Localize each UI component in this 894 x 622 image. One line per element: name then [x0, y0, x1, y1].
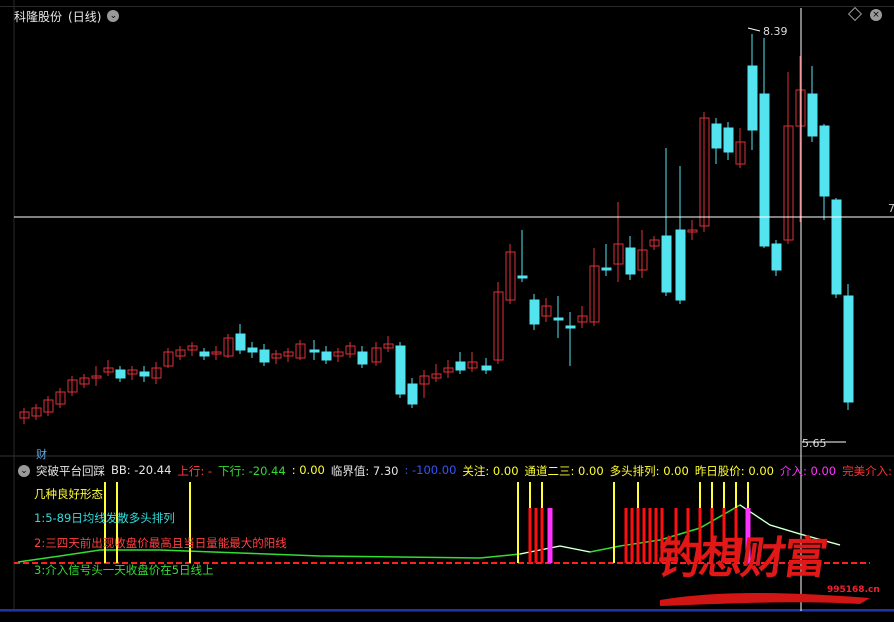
high-marker: [747, 27, 761, 32]
candle-body: [771, 243, 782, 271]
candle-body: [807, 93, 818, 137]
panel-settings-icon[interactable]: [847, 6, 863, 22]
candle-body: [661, 235, 672, 293]
candle-body: [759, 93, 770, 247]
stock-name: 科隆股份: [14, 9, 63, 24]
indicator-dropdown-icon[interactable]: ⌄: [18, 465, 30, 477]
indicator-field: 上行: -: [177, 464, 213, 478]
indicator-field: 通道二三: 0.00: [524, 464, 604, 478]
indicator-field: : 0.00: [291, 463, 325, 477]
candle-body: [247, 347, 258, 353]
chart-title: 科隆股份 (日线) ⌄: [14, 7, 120, 25]
indicator-fields: BB: -20.44 上行: - 下行: -20.44 : 0.00 临界值: 7.30…: [111, 463, 894, 479]
indicator-header: ⌄ 突破平台回踩 BB: -20.44 上行: - 下行: -20.44 : 0.00…: [18, 463, 894, 479]
candle-body: [395, 345, 406, 395]
pattern-note-3: 3:介入信号头一天收盘价在5日线上: [34, 563, 214, 577]
period-label: (日线): [68, 9, 102, 24]
close-icon[interactable]: ×: [870, 9, 882, 21]
indicator-field: : -100.00: [404, 463, 457, 477]
indicator-name[interactable]: 突破平台回踩: [36, 463, 105, 479]
finance-badge[interactable]: 财: [36, 446, 47, 462]
indicator-field: 昨日股价: 0.00: [694, 464, 774, 478]
candle-body: [601, 267, 612, 271]
candle-body: [455, 361, 466, 371]
price-high-label: 8.39: [763, 25, 788, 38]
indicator-field: 完美介入: 0.00: [842, 464, 894, 478]
candle-body: [819, 125, 830, 197]
candle-body: [235, 333, 246, 351]
candle-body: [407, 383, 418, 405]
candle-body: [517, 275, 528, 279]
candle-body: [843, 295, 854, 403]
candle-body: [259, 349, 270, 363]
indicator-field: 临界值: 7.30: [330, 464, 399, 478]
watermark-site: 995168.cn: [827, 585, 880, 595]
candle-body: [321, 351, 332, 361]
candle-body: [309, 349, 320, 353]
pattern-note-2: 2:三四天前出现收盘价最高且当日量能最大的阳线: [34, 536, 287, 550]
candle-body: [139, 371, 150, 377]
indicator-field: 介入: 0.00: [779, 464, 837, 478]
candle-body: [529, 299, 540, 325]
candle-body: [357, 351, 368, 365]
candle-body: [553, 317, 564, 321]
crosshair-price-label: 7: [888, 202, 894, 215]
watermark-brand: 钓想财富: [653, 533, 829, 584]
indicator-field: 下行: -20.44: [218, 464, 286, 478]
indicator-field: 多头排列: 0.00: [609, 464, 689, 478]
candle-body: [565, 325, 576, 329]
panel-controls: ×: [847, 6, 882, 22]
pattern-note-1: 1:5-89日均线发散多头排列: [34, 511, 175, 525]
pattern-note-title: 几种良好形态:: [34, 487, 107, 501]
candle-body: [481, 365, 492, 371]
indicator-field: BB: -20.44: [111, 463, 172, 477]
candle-body: [115, 369, 126, 379]
candle-body: [199, 351, 210, 357]
candle-body: [675, 229, 686, 301]
candle-body: [625, 247, 636, 275]
candle-body: [723, 127, 734, 153]
time-axis: [0, 611, 894, 622]
candle-body: [747, 65, 758, 131]
indicator-field: 关注: 0.00: [462, 464, 519, 478]
period-dropdown-icon[interactable]: ⌄: [107, 10, 120, 22]
price-low-label: 5.65: [802, 437, 827, 450]
candle-body: [831, 199, 842, 295]
candle-body: [711, 123, 722, 149]
